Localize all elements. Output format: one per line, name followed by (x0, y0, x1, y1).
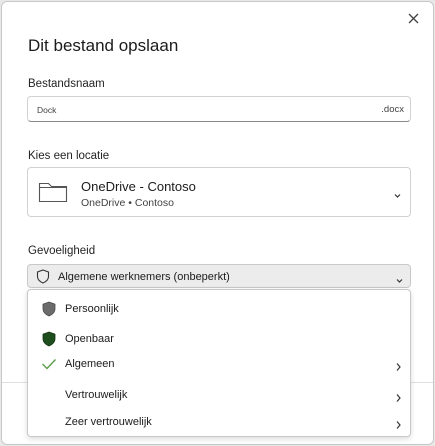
menu-item-zeer-vertrouwelijk[interactable]: Zeer vertrouwelijk (28, 409, 410, 435)
filename-input[interactable]: Dock .docx (27, 96, 411, 122)
save-dialog: Dit bestand opslaan Bestandsnaam Dock .d… (1, 1, 434, 445)
file-extension: .docx (381, 104, 404, 115)
shield-green-icon (40, 330, 58, 348)
sensitivity-menu: Persoonlijk Openbaar Algemeen Vertrouwel… (27, 289, 411, 437)
filename-value[interactable]: Dock (37, 105, 56, 115)
location-name: OneDrive - Contoso (81, 179, 196, 194)
shield-gray-icon (40, 300, 58, 318)
menu-item-label: Vertrouwelijk (65, 389, 128, 401)
dialog-title: Dit bestand opslaan (28, 36, 179, 55)
location-label: Kies een locatie (28, 150, 110, 162)
close-icon (408, 13, 418, 23)
menu-item-algemeen[interactable]: Algemeen (28, 351, 410, 377)
sensitivity-dropdown[interactable]: Algemene werknemers (onbeperkt) (27, 264, 411, 288)
shield-outline-icon (36, 269, 50, 289)
chevron-down-icon (395, 272, 404, 290)
filename-label: Bestandsnaam (28, 78, 105, 90)
chevron-right-icon (395, 390, 402, 408)
menu-item-vertrouwelijk[interactable]: Vertrouwelijk (28, 382, 410, 408)
location-path: OneDrive • Contoso (81, 197, 174, 209)
menu-item-label: Zeer vertrouwelijk (65, 416, 152, 428)
location-picker[interactable]: OneDrive - Contoso OneDrive • Contoso (27, 167, 411, 217)
chevron-right-icon (395, 359, 402, 377)
menu-item-label: Openbaar (65, 333, 114, 345)
menu-item-openbaar[interactable]: Openbaar (28, 326, 410, 352)
close-button[interactable] (403, 8, 423, 28)
chevron-right-icon (395, 417, 402, 435)
menu-item-persoonlijk[interactable]: Persoonlijk (28, 296, 410, 322)
menu-item-label: Algemeen (65, 358, 115, 370)
sensitivity-label: Gevoeligheid (28, 245, 96, 257)
check-icon (40, 355, 58, 373)
menu-item-label: Persoonlijk (65, 303, 119, 315)
folder-icon (38, 180, 68, 209)
chevron-down-icon (393, 187, 402, 205)
sensitivity-selected: Algemene werknemers (onbeperkt) (58, 271, 230, 283)
